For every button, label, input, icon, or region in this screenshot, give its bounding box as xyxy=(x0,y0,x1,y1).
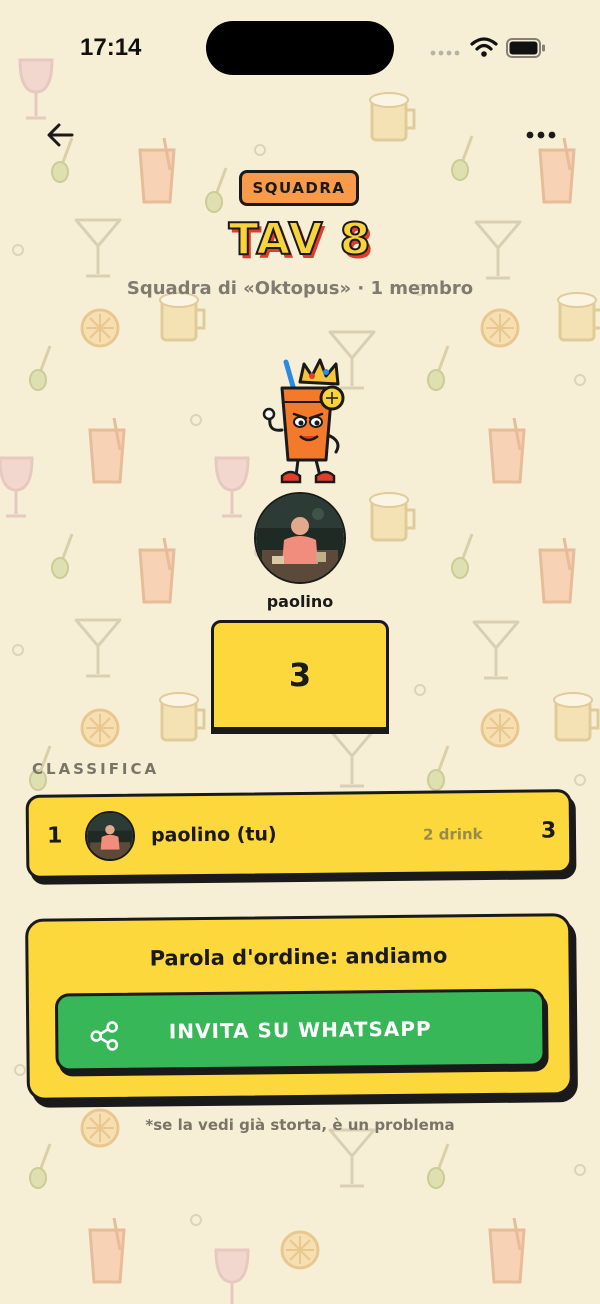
dynamic-island xyxy=(206,21,394,75)
wifi-icon xyxy=(470,37,498,57)
crowned-spritz-mascot-icon xyxy=(262,358,345,484)
podium-block: 3 xyxy=(211,620,389,730)
podium-player-name: paolino xyxy=(266,592,334,611)
leaderboard-label: CLASSIFICA xyxy=(32,760,160,778)
leaderboard-row[interactable]: 1 paolino (tu) 2 drink 3 xyxy=(25,789,573,879)
invite-whatsapp-label: INVITA SU WHATSAPP xyxy=(168,1016,432,1044)
rank-drink-count: 2 drink xyxy=(422,825,483,844)
rank-player-name: paolino (tu) xyxy=(150,823,277,847)
back-arrow-icon[interactable] xyxy=(44,118,78,152)
cellular-signal-icon xyxy=(430,50,460,56)
more-options-icon[interactable] xyxy=(524,120,558,150)
team-subtitle: Squadra di «Oktopus» · 1 membro xyxy=(126,278,474,299)
avatar xyxy=(254,492,346,584)
invite-whatsapp-button[interactable]: INVITA SU WHATSAPP xyxy=(54,988,546,1072)
rank-position: 1 xyxy=(46,823,63,849)
invite-card: Parola d'ordine: andiamo INVITA SU WHATS… xyxy=(25,913,573,1101)
status-time: 17:14 xyxy=(80,34,142,61)
footnote: *se la vedi già storta, è un problema xyxy=(145,1116,455,1134)
battery-icon xyxy=(506,38,545,58)
avatar xyxy=(84,810,136,862)
team-badge: SQUADRA xyxy=(239,170,359,206)
team-title: TAV 8 xyxy=(228,213,372,266)
rank-points: 3 xyxy=(540,818,557,844)
password-text: Parola d'ordine: andiamo xyxy=(149,943,448,971)
podium-score: 3 xyxy=(288,656,312,694)
